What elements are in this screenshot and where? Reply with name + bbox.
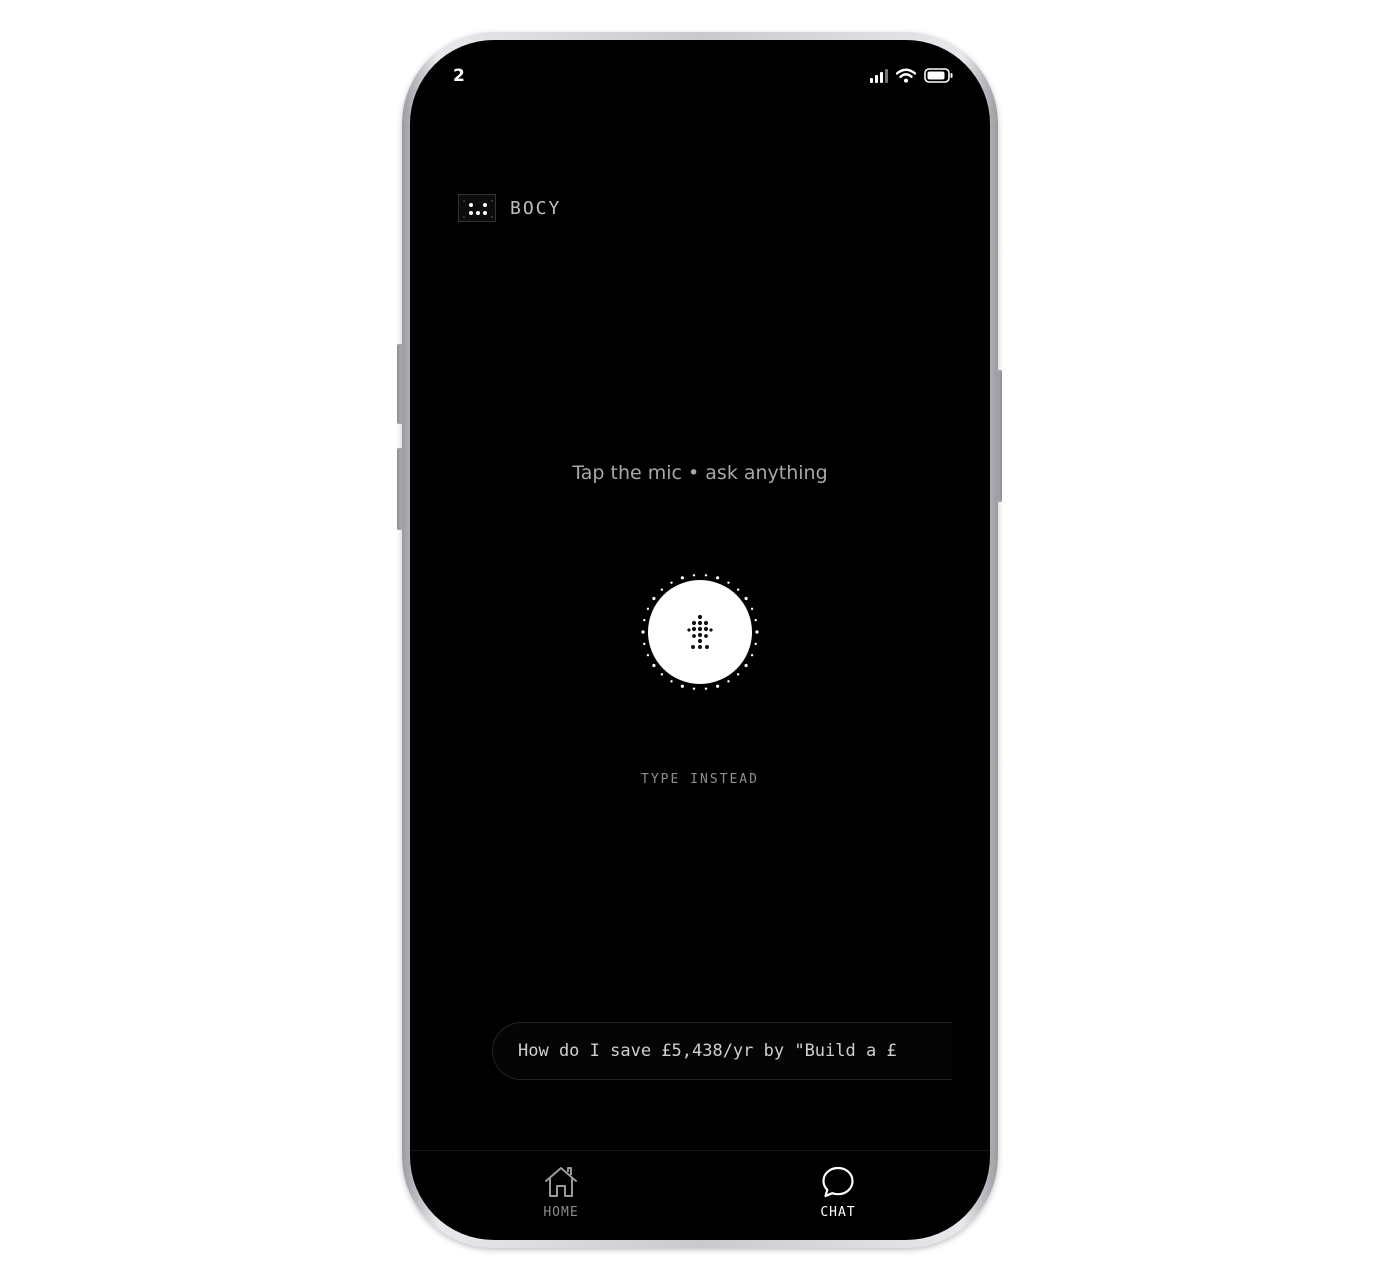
type-instead-link[interactable]: TYPE INSTEAD	[410, 772, 990, 787]
mic-ring-dot	[754, 642, 757, 646]
mic-ring-dot	[704, 687, 708, 690]
mic-ring-dot	[643, 642, 646, 646]
status-icons	[870, 68, 954, 83]
suggestion-ticker-text: How do I save £5,438/yr by "Build a £	[518, 1041, 897, 1061]
mic-ring-dot	[716, 576, 720, 580]
mic-button[interactable]	[648, 580, 752, 684]
mic-ring-dot	[727, 581, 730, 584]
mic-ring-dot	[646, 653, 650, 657]
mic-ring-dot	[736, 588, 740, 591]
mic-ring-dot	[744, 596, 748, 601]
wifi-icon	[896, 68, 916, 83]
mic-ring-dot	[646, 607, 650, 611]
nav-label-home: HOME	[543, 1205, 579, 1220]
mic-ring-dot	[736, 673, 740, 676]
mic-ring-dot	[750, 607, 754, 611]
mic-ring-dot	[643, 618, 646, 622]
mic-ring-dot	[750, 653, 754, 657]
status-time: 2	[453, 66, 465, 86]
mic-ring-dot	[692, 687, 696, 690]
bottom-nav: HOME CHAT	[410, 1150, 990, 1240]
mic-icon	[687, 614, 713, 649]
mic-ring-dot	[670, 680, 673, 683]
chat-bubble-icon	[822, 1166, 854, 1198]
mic-ring-dot	[680, 576, 684, 580]
voice-prompt-text: Tap the mic • ask anything	[572, 462, 828, 484]
phone-screen: 2 BOCY Tap the mic • ask anything TYPE I…	[410, 40, 990, 1240]
brand-name: BOCY	[510, 197, 562, 219]
mic-ring-dot	[660, 588, 664, 591]
bocy-logo-icon	[458, 194, 496, 222]
mic-ring-dot	[755, 630, 759, 634]
mic-ring-dot	[641, 630, 645, 634]
mic-ring-dot	[744, 663, 748, 668]
nav-item-home[interactable]: HOME	[516, 1165, 606, 1220]
mic-ring-dot	[727, 680, 730, 683]
mic-ring-dot	[652, 663, 656, 668]
mic-ring-dot	[754, 618, 757, 622]
battery-icon	[924, 68, 953, 83]
suggestion-ticker[interactable]: How do I save £5,438/yr by "Build a £	[492, 1022, 952, 1080]
mic-button-wrapper[interactable]	[638, 570, 762, 694]
home-icon	[545, 1167, 577, 1197]
cellular-signal-icon	[870, 69, 888, 83]
nav-item-chat[interactable]: CHAT	[793, 1165, 883, 1220]
mic-ring-dot	[704, 574, 708, 577]
mic-ring-dot	[716, 684, 720, 688]
brand-header: BOCY	[458, 194, 561, 222]
nav-label-chat: CHAT	[820, 1205, 856, 1220]
mic-ring-dot	[692, 574, 696, 577]
mic-ring-dot	[680, 684, 684, 688]
mic-ring-dot	[652, 596, 656, 601]
mic-ring-dot	[660, 673, 664, 676]
mic-ring-dot	[670, 581, 673, 584]
